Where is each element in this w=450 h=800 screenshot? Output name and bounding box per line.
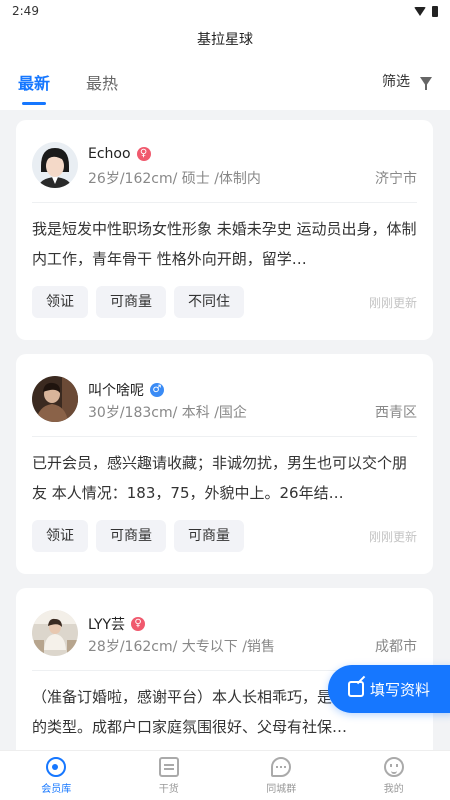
nav-label: 干货 — [158, 783, 179, 795]
profile-card[interactable]: 叫个啥呢 ♂ 30岁/183cm/ 本科 /国企 西青区 已开会员，感兴趣请收藏… — [16, 354, 433, 574]
name-row: 叫个啥呢 ♂ — [88, 380, 164, 400]
nav-label: 同城群 — [266, 783, 297, 795]
female-icon: ♀ — [136, 147, 151, 161]
tag: 可商量 — [96, 286, 166, 318]
name-row: LYY芸 ♀ — [88, 614, 146, 634]
fill-profile-label: 填写资料 — [370, 680, 431, 699]
nav-label: 会员库 — [41, 783, 72, 795]
chat-bubble-icon — [271, 756, 292, 777]
profile-feed[interactable]: Echoo ♀ 26岁/162cm/ 硕士 /体制内 济宁市 我是短发中性职场女… — [16, 120, 433, 750]
user-meta: 26岁/162cm/ 硕士 /体制内 — [88, 171, 261, 187]
user-meta: 30岁/183cm/ 本科 /国企 — [88, 405, 247, 421]
member-library-icon — [46, 756, 67, 777]
tag: 不同住 — [174, 286, 244, 318]
battery-icon — [432, 5, 438, 17]
fill-profile-button[interactable]: 填写资料 — [328, 665, 450, 713]
wifi-icon — [414, 6, 426, 16]
divider — [32, 436, 417, 437]
card-header: LYY芸 ♀ 28岁/162cm/ 大专以下 /销售 成都市 — [32, 610, 417, 660]
funnel-icon — [420, 76, 432, 90]
tag: 可商量 — [174, 520, 244, 552]
system-icons — [414, 5, 438, 17]
avatar-image — [32, 142, 78, 188]
avatar[interactable] — [32, 376, 78, 422]
nav-goods[interactable]: 干货 — [113, 751, 226, 800]
user-name: Echoo — [88, 146, 131, 162]
avatar[interactable] — [32, 610, 78, 656]
avatar-image — [32, 610, 78, 656]
avatar[interactable] — [32, 142, 78, 188]
divider — [32, 202, 417, 203]
card-header: 叫个啥呢 ♂ 30岁/183cm/ 本科 /国企 西青区 — [32, 376, 417, 426]
card-header: Echoo ♀ 26岁/162cm/ 硕士 /体制内 济宁市 — [32, 142, 417, 192]
user-city: 济宁市 — [375, 171, 417, 187]
name-row: Echoo ♀ — [88, 146, 151, 162]
user-description: 已开会员，感兴趣请收藏；非诚勿扰，男生也可以交个朋友 本人情况：183，75，外… — [32, 454, 408, 502]
nav-local-group[interactable]: 同城群 — [225, 751, 338, 800]
active-tab-indicator — [22, 102, 46, 105]
avatar-image — [32, 376, 78, 422]
nav-member-library[interactable]: 会员库 — [0, 751, 113, 800]
profile-card[interactable]: Echoo ♀ 26岁/162cm/ 硕士 /体制内 济宁市 我是短发中性职场女… — [16, 120, 433, 340]
male-icon: ♂ — [150, 383, 164, 397]
nav-label: 我的 — [383, 783, 404, 795]
filter-button[interactable]: 筛选 — [382, 71, 432, 91]
updated-label: 刚刚更新 — [368, 296, 417, 310]
user-city: 成都市 — [375, 639, 417, 655]
tag-list: 领证 可商量 可商量 — [32, 520, 244, 552]
app-bar: 基拉星球 — [0, 22, 450, 56]
user-name: LYY芸 — [88, 617, 126, 633]
user-name: 叫个啥呢 — [88, 383, 144, 399]
status-bar: 2:49 — [0, 0, 450, 22]
user-meta: 28岁/162cm/ 大专以下 /销售 — [88, 639, 275, 655]
tag: 领证 — [32, 286, 88, 318]
tag-list: 领证 可商量 不同住 — [32, 286, 244, 318]
female-icon: ♀ — [131, 617, 146, 631]
tab-bar: 最新 最热 筛选 — [0, 56, 450, 110]
nav-me[interactable]: 我的 — [338, 751, 450, 800]
edit-icon — [348, 681, 364, 697]
document-icon — [158, 756, 179, 777]
user-description: 我是短发中性职场女性形象 未婚未孕史 运动员出身，体制内工作，青年骨干 性格外向… — [32, 220, 417, 268]
tag: 领证 — [32, 520, 88, 552]
updated-label: 刚刚更新 — [368, 530, 417, 544]
filter-label: 筛选 — [382, 74, 410, 90]
status-time: 2:49 — [12, 4, 39, 18]
smiley-face-icon — [383, 756, 404, 777]
tab-latest[interactable]: 最新 — [18, 70, 50, 94]
user-city: 西青区 — [375, 405, 417, 421]
bottom-nav: 会员库 干货 同城群 我的 — [0, 750, 450, 800]
tag: 可商量 — [96, 520, 166, 552]
app-title: 基拉星球 — [197, 32, 253, 48]
tab-hot[interactable]: 最热 — [86, 70, 118, 94]
